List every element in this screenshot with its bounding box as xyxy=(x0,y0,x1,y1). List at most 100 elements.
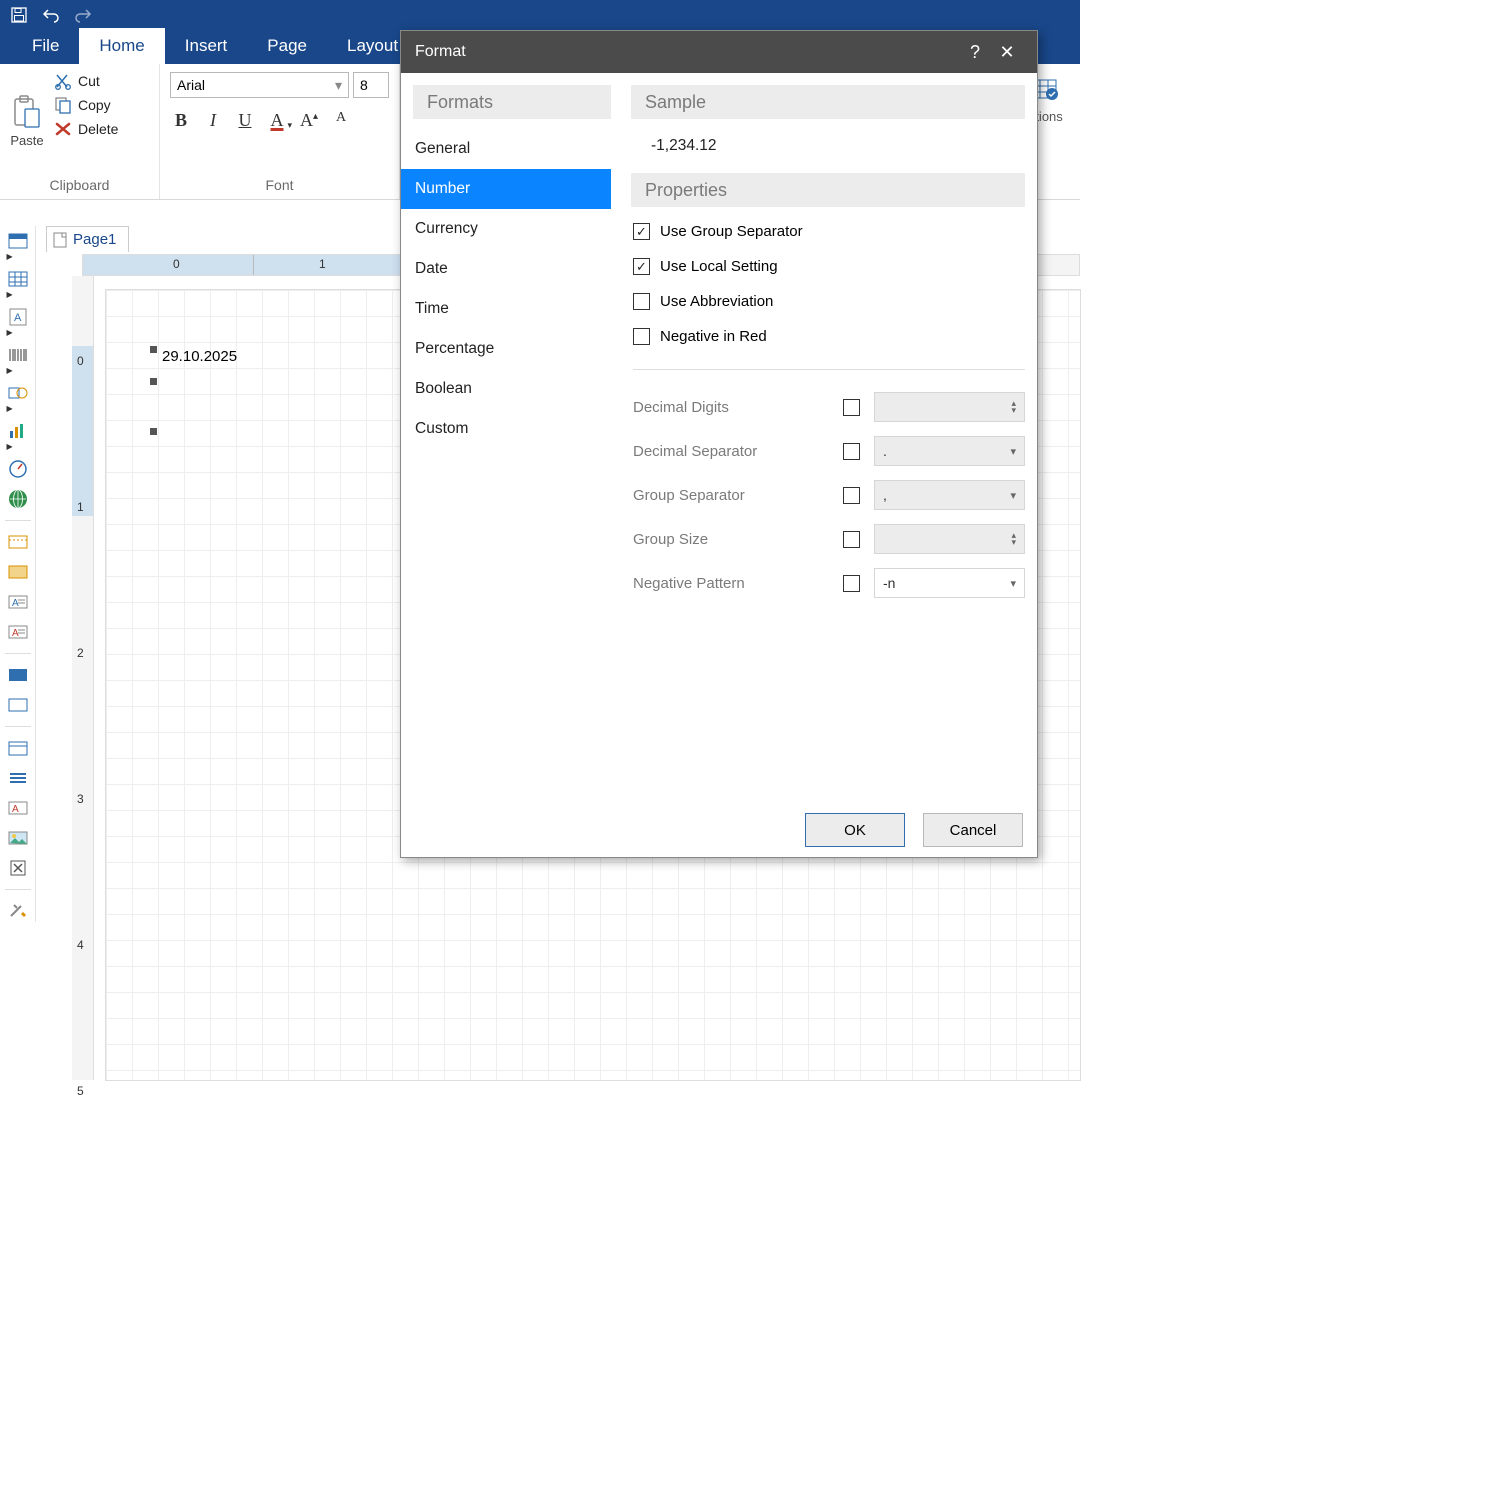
clipboard-group: Paste Cut Copy Delete Clipboard xyxy=(0,64,160,199)
ruler-v-0: 0 xyxy=(77,354,84,368)
font-color-button[interactable]: A▾ xyxy=(266,110,288,131)
tool-chart[interactable] xyxy=(7,420,29,442)
cut-button[interactable]: Cut xyxy=(54,72,118,90)
page-tab[interactable]: Page1 xyxy=(46,226,129,252)
tool-calendar[interactable] xyxy=(7,737,29,759)
tool-rect-filled[interactable] xyxy=(7,664,29,686)
prop-enable-checkbox[interactable] xyxy=(843,531,860,548)
redo-icon[interactable] xyxy=(72,4,94,26)
tool-gauge[interactable] xyxy=(7,458,29,480)
check-negative-red[interactable]: Negative in Red xyxy=(633,328,1025,345)
group-size-field[interactable]: ▴▾ xyxy=(874,524,1025,554)
paste-button[interactable]: Paste xyxy=(0,64,54,173)
copy-button[interactable]: Copy xyxy=(54,96,118,114)
svg-text:A: A xyxy=(14,312,22,324)
prop-group-separator: Group Separator ,▾ xyxy=(633,480,1025,510)
help-icon[interactable]: ? xyxy=(959,42,991,63)
font-size-combo[interactable]: 8 xyxy=(353,72,389,98)
tool-barcode[interactable] xyxy=(7,344,29,366)
tool-table[interactable] xyxy=(7,268,29,290)
cancel-button[interactable]: Cancel xyxy=(923,813,1023,847)
close-icon[interactable]: ✕ xyxy=(991,42,1023,63)
format-list: General Number Currency Date Time Percen… xyxy=(401,129,611,449)
tab-insert[interactable]: Insert xyxy=(165,28,248,64)
prop-group-size: Group Size ▴▾ xyxy=(633,524,1025,554)
decimal-digits-field[interactable]: ▴▾ xyxy=(874,392,1025,422)
check-local-setting[interactable]: Use Local Setting xyxy=(633,258,1025,275)
tool-list[interactable] xyxy=(7,767,29,789)
format-currency[interactable]: Currency xyxy=(401,209,611,249)
prop-label: Group Separator xyxy=(633,487,843,504)
check-group-separator[interactable]: Use Group Separator xyxy=(633,223,1025,240)
checkbox-icon[interactable] xyxy=(633,293,650,310)
delete-button[interactable]: Delete xyxy=(54,120,118,138)
delete-label: Delete xyxy=(78,121,118,137)
page-icon xyxy=(53,232,67,248)
date-text-element[interactable]: 29.10.2025 xyxy=(162,348,237,365)
tab-page[interactable]: Page xyxy=(247,28,327,64)
chevron-down-icon[interactable]: ▾ xyxy=(1010,445,1016,458)
prop-enable-checkbox[interactable] xyxy=(843,399,860,416)
tool-rect-outline[interactable] xyxy=(7,694,29,716)
tool-insert-band[interactable] xyxy=(7,230,29,252)
svg-text:A: A xyxy=(12,598,19,609)
grow-font-button[interactable]: A▴ xyxy=(298,110,320,131)
group-sep-field[interactable]: ,▾ xyxy=(874,480,1025,510)
format-custom[interactable]: Custom xyxy=(401,409,611,449)
font-size-value: 8 xyxy=(360,77,368,93)
tool-settings[interactable] xyxy=(7,900,29,922)
tool-shape[interactable] xyxy=(7,382,29,404)
tool-panel-2[interactable] xyxy=(7,561,29,583)
tool-text[interactable]: A xyxy=(7,306,29,328)
format-date[interactable]: Date xyxy=(401,249,611,289)
tool-richtext-b[interactable]: A xyxy=(7,621,29,643)
tool-richtext-a[interactable]: A xyxy=(7,591,29,613)
prop-enable-checkbox[interactable] xyxy=(843,443,860,460)
chevron-down-icon[interactable]: ▾ xyxy=(1010,489,1016,502)
undo-icon[interactable] xyxy=(40,4,62,26)
chevron-down-icon[interactable]: ▾ xyxy=(1010,577,1016,590)
format-number[interactable]: Number xyxy=(401,169,611,209)
tool-panel-1[interactable] xyxy=(7,531,29,553)
check-label: Use Local Setting xyxy=(660,258,778,275)
decimal-sep-field[interactable]: .▾ xyxy=(874,436,1025,466)
field-value: , xyxy=(883,487,887,503)
format-time[interactable]: Time xyxy=(401,289,611,329)
spinner-icon[interactable]: ▴▾ xyxy=(1011,400,1016,414)
format-percentage[interactable]: Percentage xyxy=(401,329,611,369)
save-icon[interactable] xyxy=(8,4,30,26)
svg-text:A: A xyxy=(12,628,19,639)
ruler-v-2: 2 xyxy=(77,646,84,660)
spinner-icon[interactable]: ▴▾ xyxy=(1011,532,1016,546)
tool-remove[interactable] xyxy=(7,857,29,879)
paste-label: Paste xyxy=(10,133,43,148)
italic-button[interactable]: I xyxy=(202,110,224,131)
prop-enable-checkbox[interactable] xyxy=(843,575,860,592)
tool-map[interactable] xyxy=(7,488,29,510)
field-value: . xyxy=(883,443,887,459)
prop-negative-pattern: Negative Pattern -n▾ xyxy=(633,568,1025,598)
font-group: Arial▾ 8 B I U A▾ A▴ A Font xyxy=(160,64,400,199)
font-family-combo[interactable]: Arial▾ xyxy=(170,72,349,98)
check-abbreviation[interactable]: Use Abbreviation xyxy=(633,293,1025,310)
tool-text-styled[interactable]: A xyxy=(7,797,29,819)
format-boolean[interactable]: Boolean xyxy=(401,369,611,409)
underline-button[interactable]: U xyxy=(234,110,256,131)
checkbox-icon[interactable] xyxy=(633,223,650,240)
checkbox-icon[interactable] xyxy=(633,328,650,345)
ok-button[interactable]: OK xyxy=(805,813,905,847)
prop-decimal-separator: Decimal Separator .▾ xyxy=(633,436,1025,466)
format-general[interactable]: General xyxy=(401,129,611,169)
tab-file[interactable]: File xyxy=(12,28,79,64)
prop-enable-checkbox[interactable] xyxy=(843,487,860,504)
shrink-font-button[interactable]: A xyxy=(330,110,352,131)
tool-image[interactable] xyxy=(7,827,29,849)
field-value: -n xyxy=(883,575,895,591)
neg-pattern-field[interactable]: -n ▾ xyxy=(874,568,1025,598)
sample-value: -1,234.12 xyxy=(631,129,1025,173)
bold-button[interactable]: B xyxy=(170,110,192,131)
checkbox-icon[interactable] xyxy=(633,258,650,275)
tab-home[interactable]: Home xyxy=(79,28,164,64)
ruler-v-3: 3 xyxy=(77,792,84,806)
check-label: Negative in Red xyxy=(660,328,767,345)
